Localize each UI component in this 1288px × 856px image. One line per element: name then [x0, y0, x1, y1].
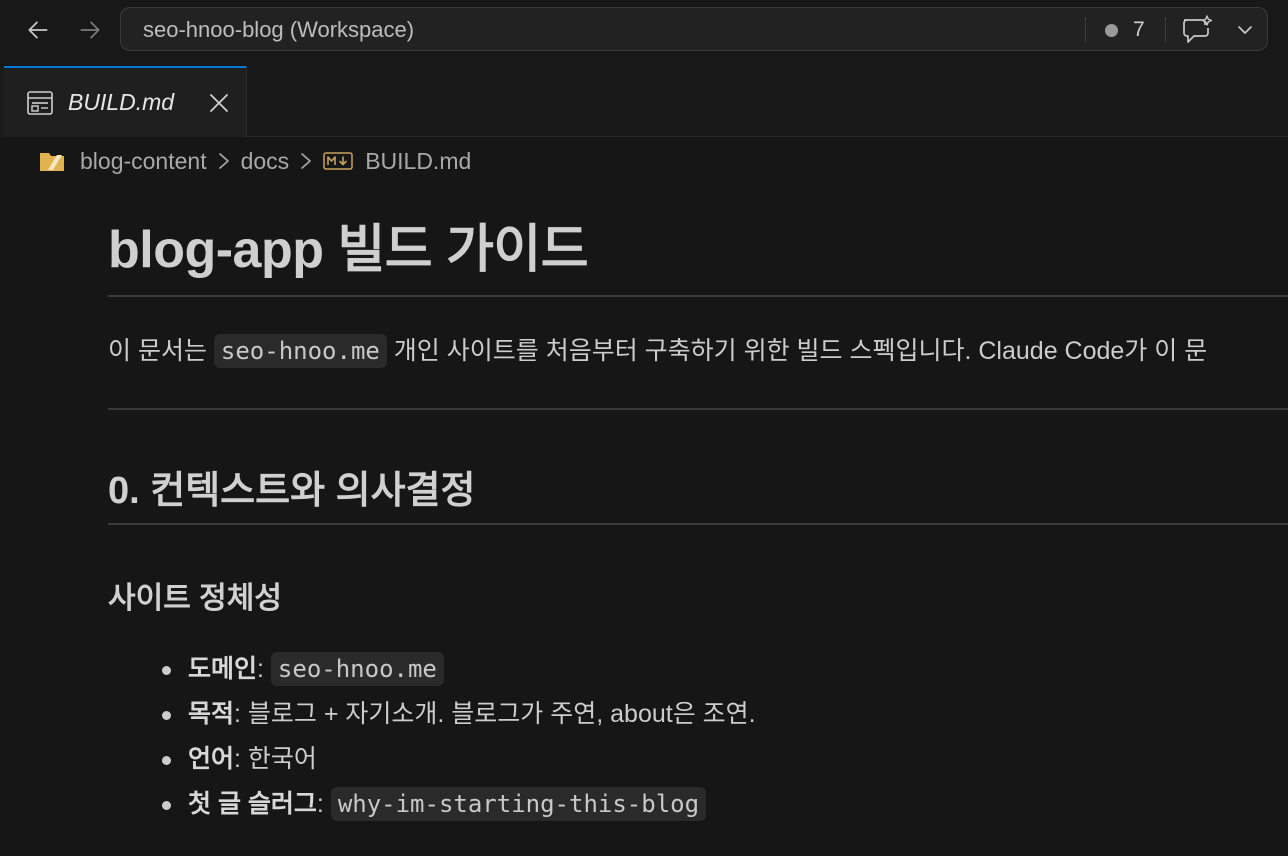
intro-text-after: 개인 사이트를 처음부터 구축하기 위한 빌드 스펙입니다. Claude Co…	[386, 337, 1208, 365]
close-icon[interactable]	[206, 90, 232, 116]
list-item-sep: :	[257, 655, 271, 683]
chevron-down-icon[interactable]	[1235, 20, 1255, 40]
inline-code: why-im-starting-this-blog	[330, 787, 707, 821]
forward-button[interactable]	[74, 14, 106, 46]
tab-build-md[interactable]: BUILD.md	[4, 66, 247, 137]
list-item-sep: :	[234, 745, 248, 773]
divider	[1085, 17, 1086, 43]
divider	[1165, 17, 1166, 43]
list-item-text: 한국어	[247, 745, 317, 773]
breadcrumb-item-docs[interactable]: docs	[241, 148, 290, 175]
list-item-text: 블로그 + 자기소개. 블로그가 주연, about은 조연.	[247, 700, 756, 728]
arrow-right-icon	[80, 21, 100, 39]
workspace-title[interactable]: seo-hnoo-blog (Workspace)	[143, 8, 414, 52]
command-center[interactable]: seo-hnoo-blog (Workspace) 7	[120, 7, 1268, 51]
breadcrumb-item-file[interactable]: BUILD.md	[365, 148, 471, 175]
list-item-key: 첫 글 슬러그	[188, 790, 317, 818]
breadcrumb: blog-content docs BUILD.md	[38, 139, 471, 183]
intro-paragraph: 이 문서는 seo-hnoo.me 개인 사이트를 처음부터 구축하기 위한 빌…	[108, 331, 1208, 368]
inline-code: seo-hnoo.me	[270, 652, 444, 686]
list-item: 언어: 한국어	[162, 739, 756, 784]
arrow-left-icon	[28, 21, 48, 39]
folder-icon	[40, 153, 64, 171]
markdown-preview-icon	[27, 91, 53, 115]
chevron-right-icon	[218, 153, 229, 169]
chevron-right-icon	[301, 153, 312, 169]
breadcrumb-item-blog-content[interactable]: blog-content	[80, 148, 207, 175]
status-dot-icon	[1105, 24, 1118, 37]
list-item-key: 도메인	[188, 655, 258, 683]
back-button[interactable]	[22, 14, 54, 46]
list-item: 첫 글 슬러그: why-im-starting-this-blog	[162, 784, 756, 829]
list-item-key: 목적	[188, 700, 235, 728]
list-item: 목적: 블로그 + 자기소개. 블로그가 주연, about은 조연.	[162, 694, 756, 739]
heading-rule	[108, 523, 1288, 525]
notification-count[interactable]: 7	[1133, 8, 1145, 52]
horizontal-rule	[108, 408, 1288, 410]
heading-rule	[108, 295, 1288, 297]
list-item: 도메인: seo-hnoo.me	[162, 649, 756, 694]
title-bar: seo-hnoo-blog (Workspace) 7	[0, 0, 1288, 67]
tab-label: BUILD.md	[68, 89, 175, 115]
intro-text-before: 이 문서는	[108, 337, 214, 365]
subsection-heading: 사이트 정체성	[108, 582, 282, 615]
inline-code: seo-hnoo.me	[213, 334, 387, 368]
list-item-key: 언어	[188, 745, 235, 773]
markdown-preview: blog-content docs BUILD.md blog-app 빌드 가…	[0, 137, 1288, 856]
page-title: blog-app 빌드 가이드	[108, 221, 589, 279]
list-item-sep: :	[316, 790, 331, 818]
section-heading: 0. 컨텍스트와 의사결정	[108, 470, 476, 512]
chat-sparkle-icon[interactable]	[1179, 14, 1215, 46]
markdown-file-icon	[323, 152, 353, 170]
list-item-sep: :	[234, 700, 248, 728]
tab-bar: BUILD.md	[0, 66, 1288, 137]
identity-list: 도메인: seo-hnoo.me 목적: 블로그 + 자기소개. 블로그가 주연…	[162, 649, 756, 829]
